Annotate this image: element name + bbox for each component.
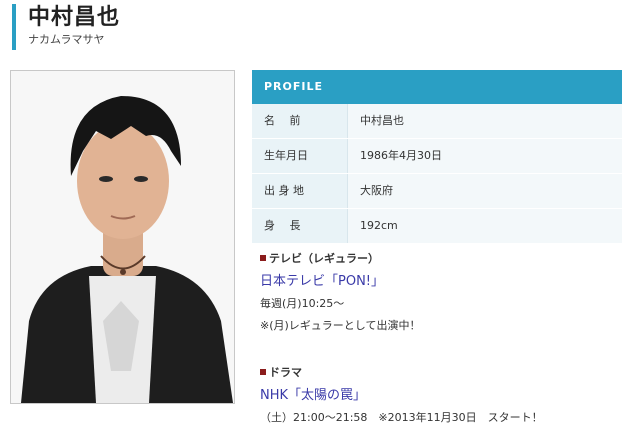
tv-schedule: 毎週(月)10:25〜	[260, 297, 345, 310]
row-label: 生年月日	[252, 139, 348, 173]
person-name: 中村昌也	[28, 5, 121, 30]
tv-section: テレビ（レギュラー） 日本テレビ「PON!」 毎週(月)10:25〜 ※(月)レ…	[260, 250, 420, 335]
profile-row-birthplace: 出 身 地 大阪府	[252, 174, 622, 209]
row-label: 名 前	[252, 104, 348, 138]
drama-heading: ドラマ	[260, 364, 543, 380]
tv-heading-text: テレビ（レギュラー）	[269, 252, 379, 265]
drama-show-link[interactable]: NHK「太陽の罠」	[260, 384, 543, 403]
drama-section: ドラマ NHK「太陽の罠」 （土）21:00〜21:58 ※2013年11月30…	[260, 364, 543, 427]
page-header: 中村昌也 ナカムラマサヤ	[12, 4, 120, 50]
profile-heading: PROFILE	[252, 70, 622, 104]
tv-note: ※(月)レギュラーとして出演中！	[260, 319, 421, 332]
row-value: 192cm	[348, 209, 622, 243]
profile-table: PROFILE 名 前 中村昌也 生年月日 1986年4月30日 出 身 地 大…	[252, 70, 622, 244]
profile-row-height: 身 長 192cm	[252, 209, 622, 244]
bullet-icon	[260, 369, 266, 375]
profile-photo	[10, 70, 235, 404]
row-label: 身 長	[252, 209, 348, 243]
tv-heading: テレビ（レギュラー）	[260, 250, 420, 266]
row-value: 1986年4月30日	[348, 139, 622, 173]
portrait-image	[11, 71, 234, 403]
row-value: 中村昌也	[348, 104, 622, 138]
drama-schedule: （土）21:00〜21:58 ※2013年11月30日 スタート！	[260, 411, 543, 424]
drama-heading-text: ドラマ	[269, 366, 302, 379]
row-label: 出 身 地	[252, 174, 348, 208]
bullet-icon	[260, 255, 266, 261]
row-value: 大阪府	[348, 174, 622, 208]
tv-show-link[interactable]: 日本テレビ「PON!」	[260, 270, 420, 289]
person-name-kana: ナカムラマサヤ	[28, 33, 105, 46]
profile-row-name: 名 前 中村昌也	[252, 104, 622, 139]
profile-row-birthdate: 生年月日 1986年4月30日	[252, 139, 622, 174]
